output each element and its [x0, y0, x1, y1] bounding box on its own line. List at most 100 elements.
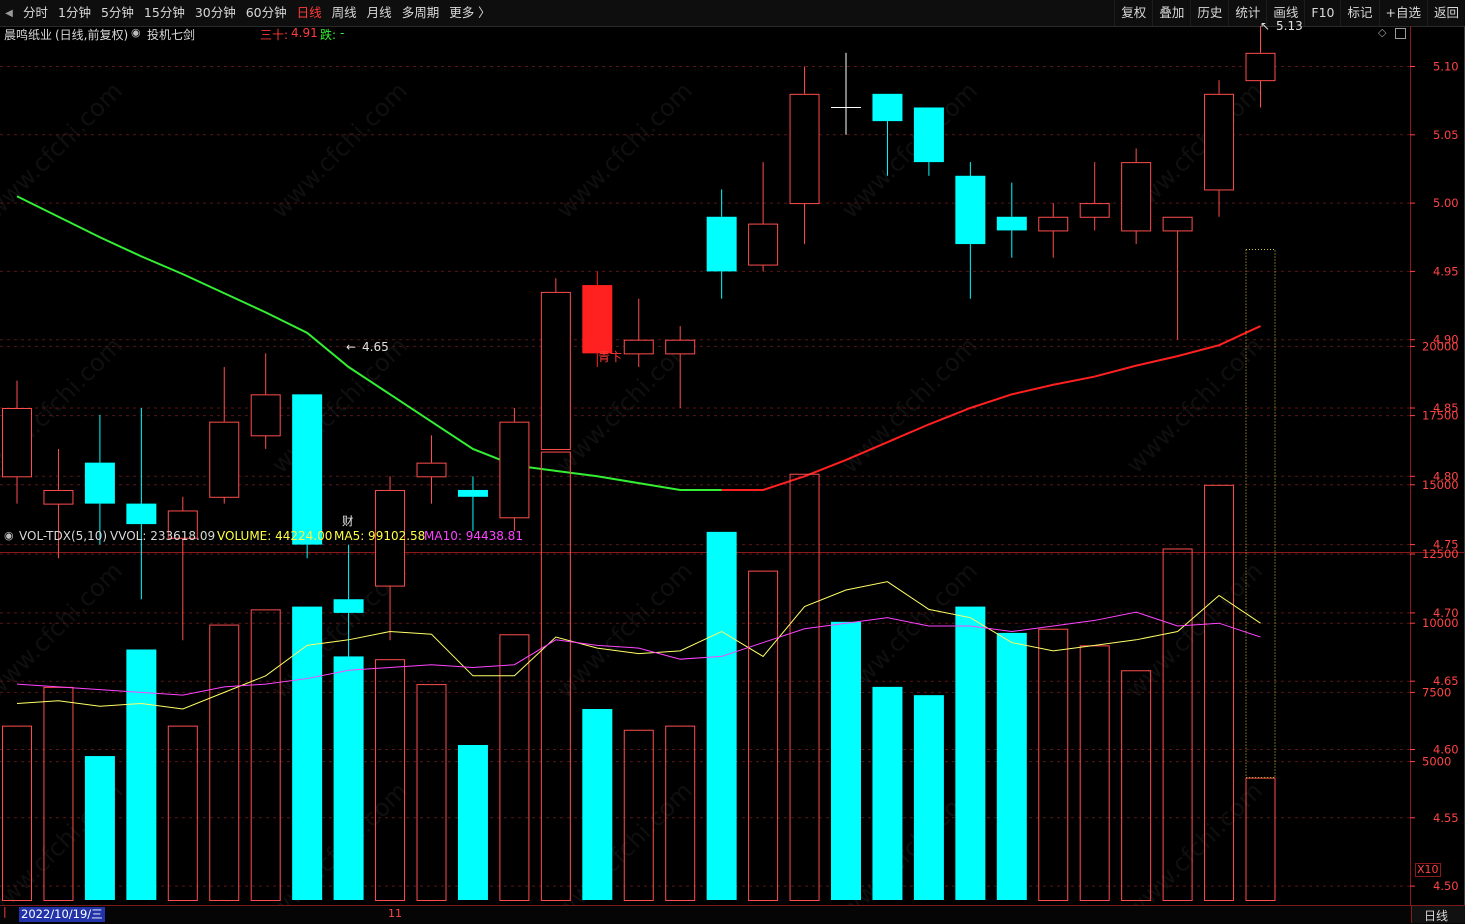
volume-bar — [582, 709, 613, 900]
volume-tick-label: 7500 — [1422, 685, 1451, 699]
tab-period-3[interactable]: 15分钟 — [139, 0, 190, 26]
candle — [831, 52, 861, 135]
price-tick-label: 5.10 — [1433, 60, 1459, 74]
indicator-name[interactable]: 投机七剑 — [147, 26, 195, 43]
vvol-value: VVOL: 233618.09 — [110, 529, 216, 543]
collapse-icon[interactable]: ◀ — [0, 0, 18, 26]
fall-label: 跌: — [320, 28, 337, 42]
volume-tick-label: 17500 — [1422, 409, 1459, 423]
toolbar-button-7[interactable]: +自选 — [1378, 0, 1427, 26]
expand-icon[interactable] — [1395, 28, 1406, 39]
volume-value: VOLUME: 44224.00 — [217, 529, 333, 543]
finance-marker[interactable]: 财 — [342, 513, 354, 529]
volume-bar — [167, 725, 198, 902]
tab-period-1[interactable]: 1分钟 — [53, 0, 96, 26]
tab-period-2[interactable]: 5分钟 — [96, 0, 139, 26]
candle — [1121, 148, 1152, 245]
tab-period-5[interactable]: 60分钟 — [241, 0, 292, 26]
diamond-icon[interactable]: ◇ — [1378, 26, 1386, 39]
watermark-text: www.cfchi.com — [836, 332, 983, 479]
top-toolbar: ◀ 分时 1分钟 5分钟 15分钟 30分钟 60分钟 日线 周线 月线 多周期 更多 〉 复权 叠加… — [0, 0, 1465, 27]
volume-unit: X10 — [1415, 863, 1441, 877]
ma10-value: MA10: 94438.81 — [424, 529, 523, 543]
cursor-date: 2022/10/19/三 — [19, 907, 105, 922]
toolbar-button-2[interactable]: 历史 — [1190, 0, 1228, 26]
stock-chart[interactable]: www.cfchi.com www.cfchi.com www.cfchi.com w… — [0, 26, 1465, 905]
candle-body — [623, 339, 654, 355]
high-annotation-arrow-icon: ↖ — [1260, 19, 1271, 33]
watermark-text: www.cfchi.com — [0, 77, 128, 224]
price-tick-label: 4.50 — [1433, 879, 1459, 893]
candle — [2, 380, 32, 504]
tab-period-10[interactable]: 更多 〉 — [444, 0, 495, 26]
tab-period-8[interactable]: 月线 — [362, 0, 397, 26]
price-tick-label: 4.95 — [1433, 264, 1459, 278]
volume-collapse-icon[interactable]: ◉ — [4, 529, 14, 542]
ma5-value: MA5: 99102.58 — [334, 529, 426, 543]
time-axis: | 2022/10/19/三 11 日线 — [0, 905, 1465, 924]
period-tabs: ◀ 分时 1分钟 5分钟 15分钟 30分钟 60分钟 日线 周线 月线 多周期 更多 〉 — [0, 0, 496, 26]
toolbar-button-5[interactable]: F10 — [1304, 0, 1340, 26]
watermark-text: www.cfchi.com — [0, 557, 128, 704]
watermark-text: www.cfchi.com — [266, 77, 413, 224]
volume-bar — [1079, 645, 1110, 901]
candle-body — [1079, 203, 1110, 218]
volume-indicator-name[interactable]: VOL-TDX(5,10) — [19, 529, 107, 543]
volume-bar — [748, 570, 779, 901]
tab-period-6[interactable]: 日线 — [292, 0, 327, 26]
candle — [623, 298, 654, 368]
volume-bar — [292, 606, 323, 900]
volume-bar — [789, 473, 820, 901]
candle-body — [540, 291, 571, 450]
volume-bar — [416, 684, 447, 902]
toolbar-button-6[interactable]: 标记 — [1340, 0, 1378, 26]
axis-tick-mark: | — [3, 905, 7, 918]
toolbar-button-1[interactable]: 叠加 — [1152, 0, 1190, 26]
candle-body — [748, 223, 779, 266]
volume-tick-label: 12500 — [1422, 547, 1459, 561]
volume-bar — [706, 531, 737, 900]
candle — [375, 476, 406, 641]
candle-body — [84, 462, 115, 504]
candle — [126, 408, 157, 600]
candle-body — [665, 339, 696, 355]
candle-body — [209, 421, 240, 498]
volume-tick-label: 15000 — [1422, 478, 1459, 492]
price-tick-label: 5.00 — [1433, 196, 1459, 210]
tab-period-4[interactable]: 30分钟 — [190, 0, 241, 26]
high-price-label: 5.13 — [1276, 19, 1303, 33]
candle — [789, 66, 820, 245]
candle — [1079, 162, 1110, 231]
candle — [167, 496, 198, 641]
low-annotation-arrow-icon: ← — [346, 340, 357, 354]
toolbar-button-0[interactable]: 复权 — [1114, 0, 1152, 26]
candle-body — [1121, 162, 1152, 232]
candle-body — [913, 107, 944, 163]
signal-text: 青卞 — [598, 350, 623, 364]
candle — [499, 408, 530, 531]
volume-bar — [499, 634, 530, 901]
fall-value: - — [340, 26, 345, 40]
candle — [1204, 80, 1235, 217]
candle — [1038, 203, 1069, 258]
candle-body — [250, 394, 281, 437]
candle — [955, 162, 986, 299]
tab-period-7[interactable]: 周线 — [327, 0, 362, 26]
tab-period-9[interactable]: 多周期 — [397, 0, 445, 26]
volume-bar — [955, 606, 986, 900]
candle — [996, 182, 1027, 258]
ma-label: 三十: — [260, 28, 289, 42]
ma-value: 4.91 — [291, 26, 318, 40]
candle-body — [126, 503, 157, 525]
price-tick-label: 5.05 — [1433, 128, 1459, 142]
circle-dot-icon[interactable]: ◉ — [131, 26, 141, 39]
watermark-text: www.cfchi.com — [551, 77, 698, 224]
candle-body — [996, 216, 1027, 231]
period-label: 日线 — [1424, 909, 1449, 923]
volume-bar — [831, 621, 861, 900]
toolbar-button-8[interactable]: 返回 — [1426, 0, 1465, 26]
candle — [748, 162, 779, 272]
watermark-text: www.cfchi.com — [266, 332, 413, 479]
candle-body — [706, 216, 737, 272]
tab-period-0[interactable]: 分时 — [18, 0, 53, 26]
